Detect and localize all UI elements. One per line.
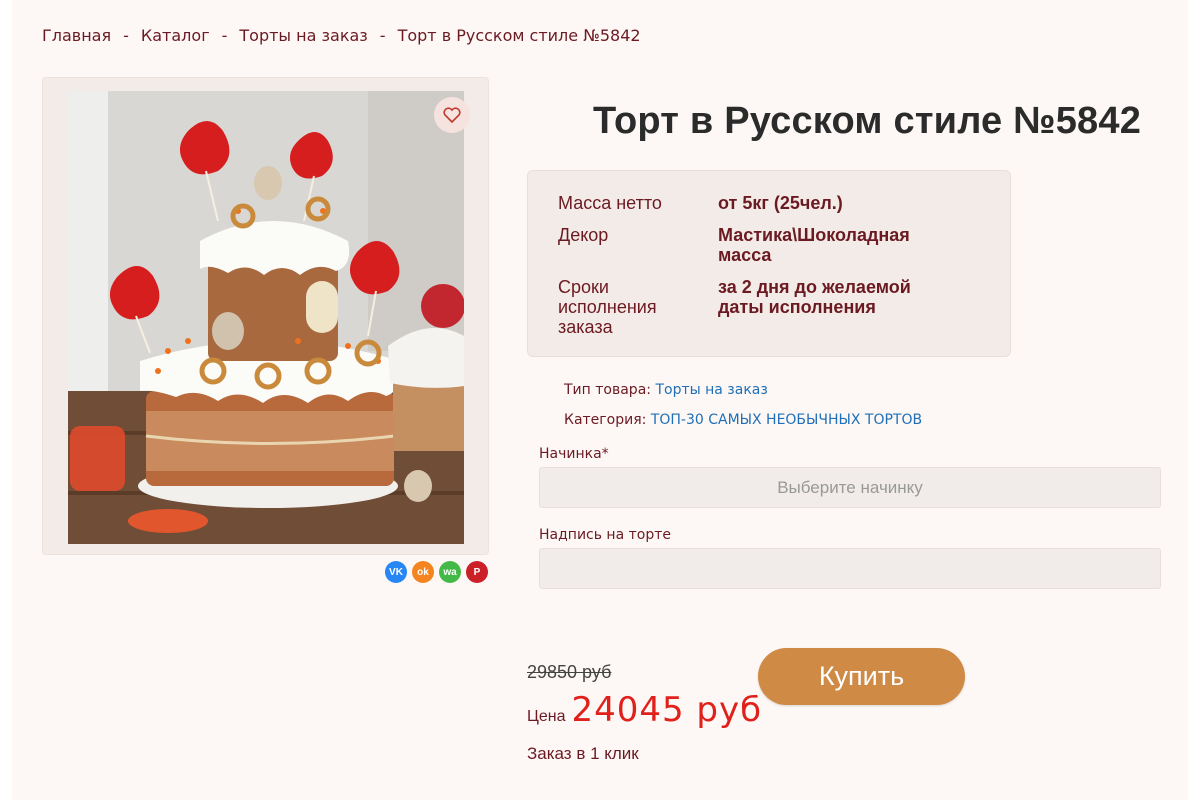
spec-label: Декор [558, 225, 609, 245]
spec-value: Мастика\Шоколадная масса [718, 225, 910, 265]
spec-value: за 2 дня до желаемой даты исполнения [718, 277, 911, 317]
product-photo[interactable] [68, 91, 464, 544]
old-price: 29850 руб [527, 662, 612, 682]
product-category-label: Категория: [564, 412, 647, 428]
pinterest-icon[interactable]: P [466, 561, 488, 583]
spec-label: Масса нетто [558, 193, 662, 213]
whatsapp-icon[interactable]: wa [439, 561, 461, 583]
current-price: 24045 руб [571, 690, 763, 730]
breadcrumb-current: Торт в Русском стиле №5842 [397, 26, 641, 45]
filling-label: Начинка* [539, 446, 609, 462]
filling-select[interactable]: Выберите начинку [539, 467, 1161, 508]
breadcrumb-separator: - [221, 26, 228, 45]
product-type: Тип товара: Торты на заказ [564, 382, 768, 398]
inscription-label: Надпись на торте [539, 527, 671, 543]
odnoklassniki-icon[interactable]: ok [412, 561, 434, 583]
product-type-link[interactable]: Торты на заказ [655, 382, 767, 398]
price-label: Цена [527, 708, 566, 725]
breadcrumb-custom-cakes[interactable]: Торты на заказ [239, 26, 367, 45]
share-buttons: VK ok wa P [385, 561, 488, 583]
breadcrumb-separator: - [123, 26, 129, 45]
breadcrumb: Главная - Каталог - Торты на заказ - Тор… [42, 26, 641, 45]
breadcrumb-home[interactable]: Главная [42, 26, 111, 45]
product-type-label: Тип товара: [564, 382, 651, 398]
specs-table: Масса нетто от 5кг (25чел.) Декор Мастик… [527, 170, 1011, 357]
cake-illustration [68, 91, 464, 544]
breadcrumb-separator: - [379, 26, 386, 45]
breadcrumb-catalog[interactable]: Каталог [141, 26, 210, 45]
product-category-link[interactable]: ТОП-30 САМЫХ НЕОБЫЧНЫХ ТОРТОВ [651, 412, 922, 428]
product-image-card [42, 77, 489, 555]
favorite-button[interactable] [434, 97, 470, 133]
spec-label: Сроки исполнения заказа [558, 277, 657, 337]
product-title: Торт в Русском стиле №5842 [592, 100, 1142, 142]
page: Главная - Каталог - Торты на заказ - Тор… [12, 0, 1188, 800]
vk-icon[interactable]: VK [385, 561, 407, 583]
spec-row-deadline: Сроки исполнения заказа за 2 дня до жела… [558, 277, 998, 337]
price-row: Цена 24045 руб [527, 690, 762, 730]
inscription-input[interactable] [539, 548, 1161, 589]
spec-row-weight: Масса нетто от 5кг (25чел.) [558, 193, 998, 213]
product-category: Категория: ТОП-30 САМЫХ НЕОБЫЧНЫХ ТОРТОВ [564, 412, 922, 428]
spec-value: от 5кг (25чел.) [718, 193, 843, 213]
buy-button[interactable]: Купить [758, 648, 965, 705]
heart-icon [443, 107, 461, 123]
spec-row-decor: Декор Мастика\Шоколадная масса [558, 225, 998, 265]
one-click-order-link[interactable]: Заказ в 1 клик [527, 744, 639, 764]
